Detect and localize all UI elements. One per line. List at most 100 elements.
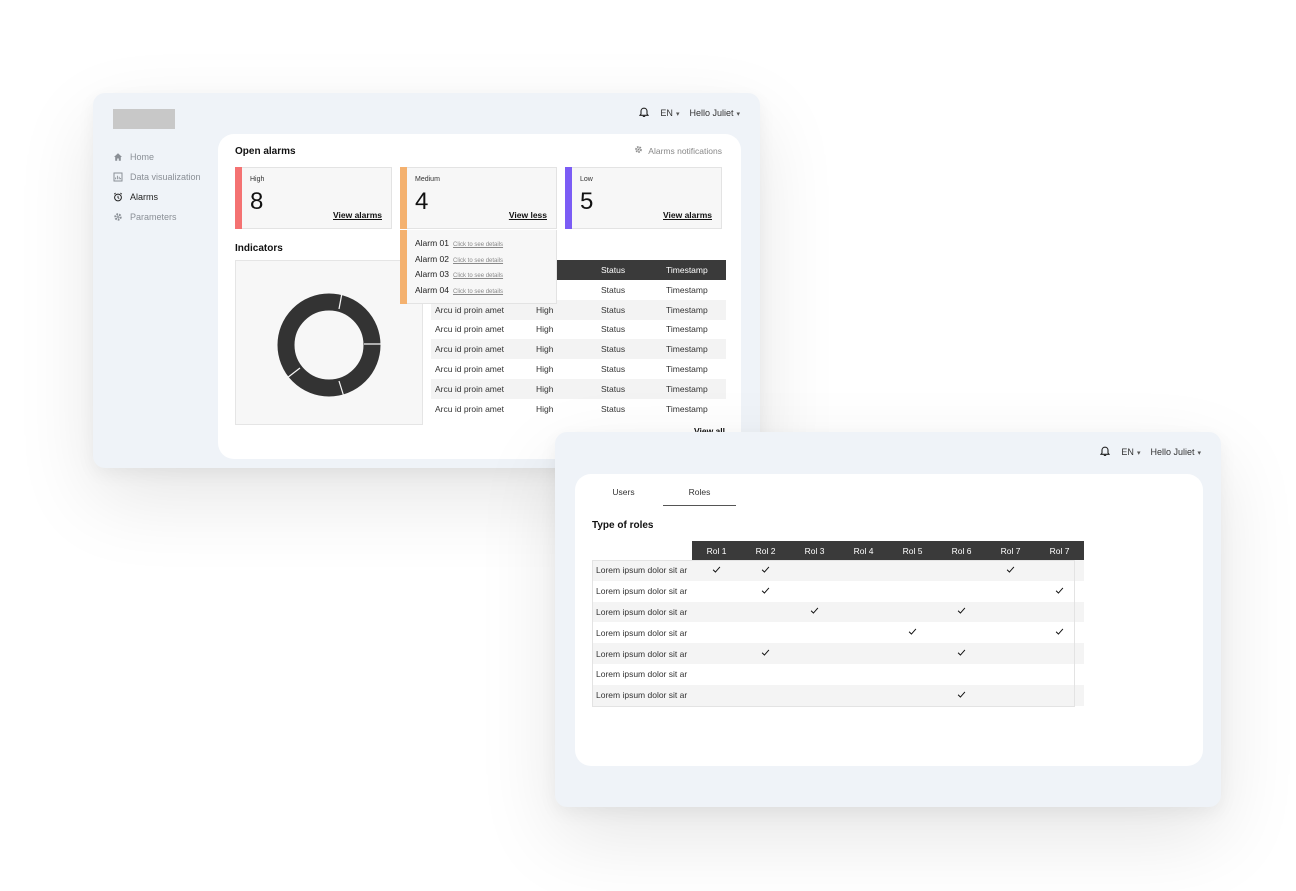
role-cell[interactable]: [839, 684, 888, 706]
role-cell[interactable]: [986, 601, 1035, 623]
role-cell[interactable]: [839, 560, 888, 581]
role-cell[interactable]: [839, 601, 888, 623]
role-cell[interactable]: [888, 601, 937, 623]
role-cell[interactable]: [790, 643, 839, 664]
view-alarms-low-link[interactable]: View alarms: [663, 210, 712, 220]
dropdown-alarm-item[interactable]: Alarm 01 Click to see details: [415, 238, 503, 248]
role-cell[interactable]: [790, 622, 839, 643]
table-row: Lorem ipsum dolor sit ar: [592, 560, 1084, 581]
role-cell[interactable]: [1035, 622, 1084, 643]
donut-chart: [277, 292, 381, 398]
sidebar-item-home[interactable]: Home: [112, 147, 222, 167]
role-cell[interactable]: [692, 664, 741, 685]
role-cell[interactable]: [1035, 684, 1084, 706]
role-cell[interactable]: [986, 684, 1035, 706]
role-cell[interactable]: [839, 622, 888, 643]
role-cell[interactable]: [741, 622, 790, 643]
role-cell[interactable]: [692, 560, 741, 581]
role-cell[interactable]: [692, 643, 741, 664]
role-cell[interactable]: [790, 601, 839, 623]
checkmark-icon: [1006, 566, 1015, 576]
role-cell[interactable]: [937, 643, 986, 664]
alarm-card-medium: Medium 4 View less: [400, 167, 557, 229]
tab-users[interactable]: Users: [587, 487, 660, 506]
role-cell[interactable]: [790, 664, 839, 685]
sidebar-item-parameters[interactable]: Parameters: [112, 207, 222, 227]
role-cell[interactable]: [741, 601, 790, 623]
role-cell[interactable]: [692, 601, 741, 623]
role-cell[interactable]: [986, 622, 1035, 643]
chevron-down-icon: ▾: [736, 111, 740, 118]
role-cell[interactable]: [692, 622, 741, 643]
type-of-roles-title: Type of roles: [592, 520, 654, 531]
table-row: Lorem ipsum dolor sit ar: [592, 643, 1084, 664]
bell-icon[interactable]: [638, 107, 650, 119]
bell-icon[interactable]: [1099, 446, 1111, 458]
role-cell[interactable]: [839, 643, 888, 664]
role-cell[interactable]: [937, 684, 986, 706]
checkmark-icon: [810, 607, 819, 617]
role-cell[interactable]: [741, 581, 790, 602]
role-cell[interactable]: [741, 560, 790, 581]
role-cell[interactable]: [888, 581, 937, 602]
dropdown-alarm-item[interactable]: Alarm 02 Click to see details: [415, 254, 503, 264]
checkmark-icon: [1055, 628, 1064, 638]
dropdown-alarm-item[interactable]: Alarm 04 Click to see details: [415, 285, 503, 295]
role-cell[interactable]: [937, 622, 986, 643]
language-selector[interactable]: EN ▾: [1121, 447, 1140, 457]
checkmark-icon: [1055, 587, 1064, 597]
role-cell[interactable]: [888, 684, 937, 706]
role-cell[interactable]: [790, 560, 839, 581]
sidebar-item-alarms[interactable]: Alarms: [112, 187, 222, 207]
role-row-label: Lorem ipsum dolor sit ar: [592, 560, 692, 581]
role-cell[interactable]: [937, 581, 986, 602]
role-cell[interactable]: [986, 560, 1035, 581]
role-row-label: Lorem ipsum dolor sit ar: [596, 586, 688, 597]
role-cell[interactable]: [986, 664, 1035, 685]
role-cell[interactable]: [937, 601, 986, 623]
role-cell[interactable]: [1035, 601, 1084, 623]
role-cell[interactable]: [790, 684, 839, 706]
role-cell[interactable]: [937, 560, 986, 581]
user-menu[interactable]: Hello Juliet ▾: [689, 108, 740, 118]
table-row[interactable]: Arcu id proin amet High Status Timestamp: [431, 399, 726, 419]
alarm-card-low: Low 5 View alarms: [565, 167, 722, 229]
sidebar-item-data-visualization[interactable]: Data visualization: [112, 167, 222, 187]
role-cell[interactable]: [888, 643, 937, 664]
role-cell[interactable]: [1035, 560, 1084, 581]
role-column-header: Rol 4: [839, 541, 888, 560]
language-selector[interactable]: EN ▾: [660, 108, 679, 118]
role-cell[interactable]: [741, 684, 790, 706]
role-cell[interactable]: [1035, 581, 1084, 602]
role-cell[interactable]: [790, 581, 839, 602]
alarm-card-high: High 8 View alarms: [235, 167, 392, 229]
role-cell[interactable]: [888, 664, 937, 685]
role-cell[interactable]: [839, 581, 888, 602]
role-cell[interactable]: [986, 581, 1035, 602]
table-row[interactable]: Arcu id proin amet High Status Timestamp: [431, 320, 726, 340]
view-less-link[interactable]: View less: [509, 210, 547, 220]
table-row: Lorem ipsum dolor sit ar: [592, 622, 1084, 643]
role-cell[interactable]: [741, 664, 790, 685]
table-row[interactable]: Arcu id proin amet High Status Timestamp: [431, 339, 726, 360]
role-cell[interactable]: [937, 664, 986, 685]
alarms-notifications-link[interactable]: Alarms notifications: [634, 145, 722, 156]
topbar: EN ▾ Hello Juliet ▾: [638, 107, 740, 119]
role-cell[interactable]: [692, 581, 741, 602]
table-row[interactable]: Arcu id proin amet High Status Timestamp: [431, 359, 726, 379]
alarm-count-medium: 4: [415, 188, 429, 215]
role-cell[interactable]: [1035, 664, 1084, 685]
tab-roles[interactable]: Roles: [663, 487, 736, 506]
role-cell[interactable]: [986, 643, 1035, 664]
gear-icon: [634, 145, 643, 156]
role-cell[interactable]: [741, 643, 790, 664]
role-cell[interactable]: [1035, 643, 1084, 664]
role-cell[interactable]: [839, 664, 888, 685]
dropdown-alarm-item[interactable]: Alarm 03 Click to see details: [415, 269, 503, 279]
table-row[interactable]: Arcu id proin amet High Status Timestamp: [431, 378, 726, 399]
role-cell[interactable]: [692, 684, 741, 706]
role-cell[interactable]: [888, 622, 937, 643]
user-menu[interactable]: Hello Juliet ▾: [1150, 447, 1201, 457]
role-cell[interactable]: [888, 560, 937, 581]
view-alarms-high-link[interactable]: View alarms: [333, 210, 382, 220]
